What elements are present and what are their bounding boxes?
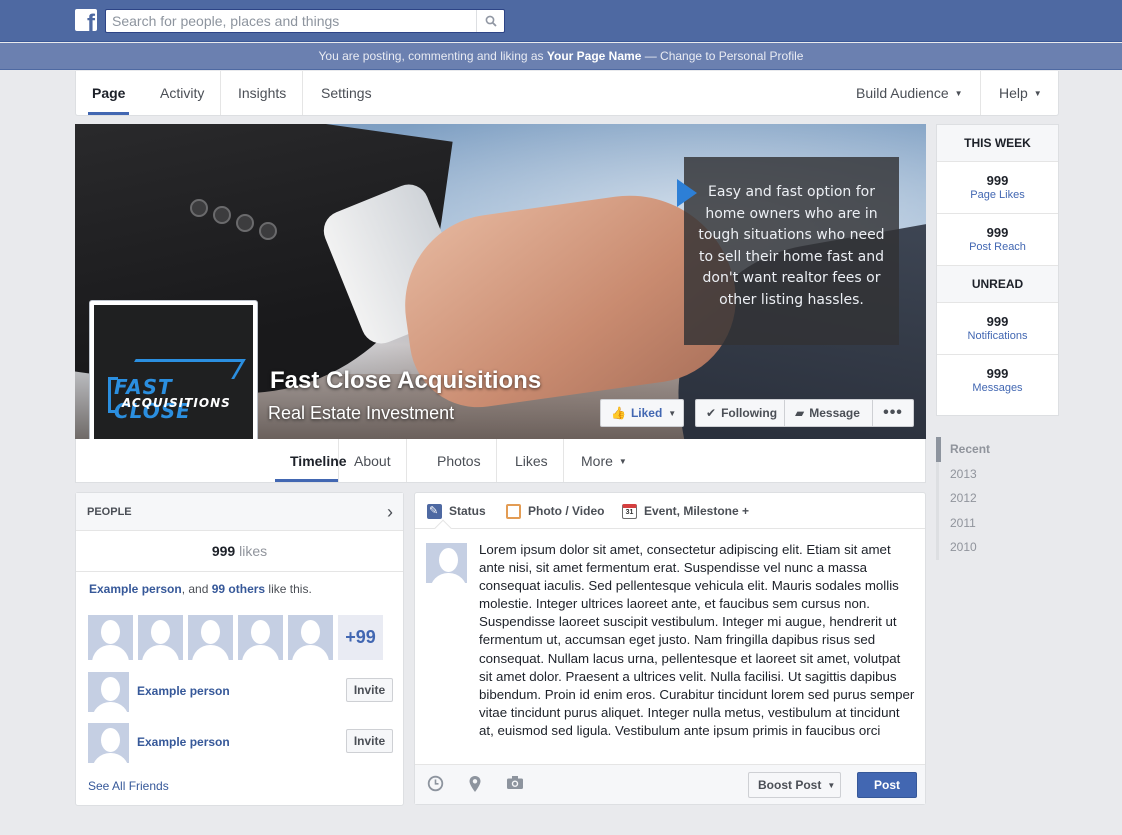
avatar[interactable] [88,672,129,712]
tab-settings[interactable]: Settings [305,71,388,115]
clock-icon[interactable] [426,775,444,793]
post-composer: Status Photo / Video 31Event, Milestone … [414,492,926,805]
posting-as-banner: You are posting, commenting and liking a… [0,43,1122,70]
thumbs-up-icon: 👍 [611,406,626,420]
notifications-stat[interactable]: 999 Notifications [937,303,1058,355]
liked-button[interactable]: 👍 Liked ▼ [600,399,684,427]
invite-row: Example person Invite [88,672,393,712]
message-icon: ▰ [795,406,805,420]
calendar-icon: 31 [622,503,637,519]
avatar[interactable] [88,615,133,660]
tab-about[interactable]: About [338,439,407,482]
tab-photos[interactable]: Photos [422,439,497,482]
year-recent[interactable]: Recent [936,437,1059,462]
person-name[interactable]: Example person [137,684,230,698]
tab-insights[interactable]: Insights [222,71,304,115]
post-reach-stat[interactable]: 999 Post Reach [937,214,1058,266]
play-arrow-icon [677,179,697,207]
search-box [105,9,505,33]
tab-timeline[interactable]: Timeline [275,439,347,482]
page-title[interactable]: Fast Close Acquisitions [270,367,541,395]
caret-down-icon: ▼ [668,408,677,418]
friends-like-text: Example person, and 99 others like this. [89,582,312,596]
see-all-friends-link[interactable]: See All Friends [88,779,169,793]
checkmark-icon: ✔ [706,406,717,420]
likes-count[interactable]: 999 likes [76,531,403,572]
caret-down-icon: ▼ [827,780,836,790]
invite-button[interactable]: Invite [346,729,393,753]
photo-icon [506,503,521,519]
year-2010[interactable]: 2010 [936,535,1059,560]
people-box: PEOPLE › 999 likes Example person, and 9… [75,492,404,806]
cover-quote-box: Easy and fast option for home owners who… [677,157,899,345]
chevron-right-icon: › [387,502,393,522]
this-week-header: THIS WEEK [937,125,1058,162]
help-menu[interactable]: Help ▼ [980,71,1060,115]
posting-as-prefix: You are posting, commenting and liking a… [318,49,547,63]
stats-panel: THIS WEEK 999 Page Likes 999 Post Reach … [936,124,1059,416]
avatar[interactable] [188,615,233,660]
page-admin-nav: Page Activity Insights Settings Build Au… [75,71,1059,116]
invite-row: Example person Invite [88,723,393,763]
avatar[interactable] [288,615,333,660]
caret-down-icon: ▼ [1033,89,1042,99]
unread-header: UNREAD [937,266,1058,303]
company-logo: FAST CLOSE ACQUISITIONS [108,359,248,423]
tab-likes[interactable]: Likes [500,439,564,482]
tab-activity[interactable]: Activity [144,71,222,115]
search-input[interactable] [106,11,476,31]
posting-as-page-name[interactable]: Your Page Name [547,49,641,63]
caret-down-icon: ▼ [618,457,627,467]
friend-link[interactable]: Example person [89,582,182,596]
tab-event-milestone[interactable]: 31 Event, Milestone + [622,493,749,529]
change-profile-link[interactable]: — Change to Personal Profile [641,49,804,63]
tab-photo-video[interactable]: Photo / Video [506,493,604,529]
search-button[interactable] [476,10,504,32]
composer-body: Lorem ipsum dolor sit amet, consectetur … [426,541,916,761]
avatar[interactable] [138,615,183,660]
year-2012[interactable]: 2012 [936,486,1059,511]
pencil-icon [427,493,442,530]
post-button[interactable]: Post [857,772,917,798]
cover-quote-text: Easy and fast option for home owners who… [698,184,885,308]
top-bar: f [0,0,1122,42]
timeline-nav: Timeline About Photos Likes More ▼ [75,439,926,483]
messages-stat[interactable]: 999 Messages [937,355,1058,407]
invite-button[interactable]: Invite [346,678,393,702]
composer-footer: Boost Post ▼ Post [415,764,925,804]
build-audience-menu[interactable]: Build Audience ▼ [838,71,981,115]
others-link[interactable]: 99 others [212,582,265,596]
message-button[interactable]: ▰ Message [784,399,873,427]
year-2013[interactable]: 2013 [936,461,1059,486]
tab-page[interactable]: Page [76,71,141,115]
caret-down-icon: ▼ [954,89,963,99]
ellipsis-icon: ••• [883,404,903,421]
composer-tabs: Status Photo / Video 31Event, Milestone … [415,493,925,537]
more-friends-badge[interactable]: +99 [338,615,383,660]
person-name[interactable]: Example person [137,735,230,749]
facebook-logo[interactable]: f [75,9,97,31]
people-header[interactable]: PEOPLE › [76,493,403,531]
year-2011[interactable]: 2011 [936,510,1059,535]
following-button[interactable]: ✔ Following [695,399,785,427]
avatar[interactable] [238,615,283,660]
more-options-button[interactable]: ••• [872,399,914,427]
status-text[interactable]: Lorem ipsum dolor sit amet, consectetur … [479,541,916,740]
page-category[interactable]: Real Estate Investment [268,403,454,424]
tab-status[interactable]: Status [427,493,486,530]
tab-more[interactable]: More ▼ [566,439,642,482]
page-likes-stat[interactable]: 999 Page Likes [937,162,1058,214]
boost-post-button[interactable]: Boost Post ▼ [748,772,841,798]
camera-icon[interactable] [506,775,524,793]
avatar [426,543,467,583]
location-pin-icon[interactable] [466,775,484,793]
friend-avatars: +99 [88,615,383,660]
avatar[interactable] [88,723,129,763]
year-scrubber: Recent 2013 2012 2011 2010 [936,437,1059,560]
search-icon [485,15,497,27]
